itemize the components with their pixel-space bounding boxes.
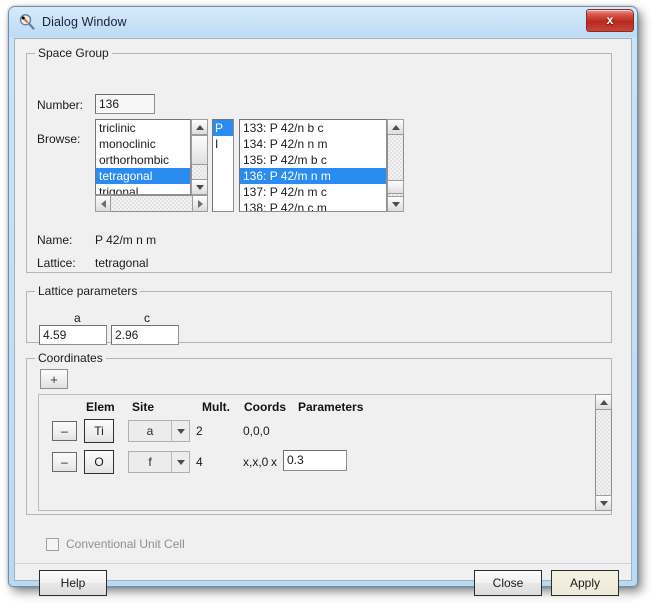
list-item[interactable]: 138: P 42/n c m [240,200,386,212]
list-item[interactable]: 133: P 42/n b c [240,120,386,136]
chevron-left-icon [101,200,106,208]
scroll-up-button[interactable] [387,119,404,135]
scroll-down-button[interactable] [387,196,404,212]
chevron-up-icon [600,400,608,405]
scroll-up-button[interactable] [595,394,612,410]
crystal-system-vscrollbar[interactable] [191,119,208,195]
space-group-list[interactable]: 133: P 42/n b c 134: P 42/n n m 135: P 4… [239,119,387,212]
window-title: Dialog Window [42,15,127,29]
lattice-parameters-legend: Lattice parameters [35,284,140,298]
name-label: Name: [37,233,72,247]
list-item[interactable]: monoclinic [96,136,190,152]
scroll-up-button[interactable] [191,119,208,135]
coordinates-legend: Coordinates [35,351,106,365]
scroll-down-button[interactable] [191,179,208,195]
chevron-down-icon [392,202,400,207]
list-item[interactable]: 134: P 42/n n m [240,136,386,152]
client-area: Space Group Number: 136 Browse: triclini… [14,38,632,581]
column-header-coords: Coords [244,400,286,414]
scroll-thumb[interactable] [387,180,404,194]
list-item-selected[interactable]: 136: P 42/m n m [240,168,386,184]
mult-value: 2 [196,424,203,438]
lattice-a-input[interactable]: 4.59 [39,325,107,345]
column-header-site: Site [132,400,154,414]
coords-value: x,x,0 [243,455,268,469]
crystal-system-list[interactable]: triclinic monoclinic orthorhombic tetrag… [95,119,191,195]
lattice-label: Lattice: [37,256,76,270]
close-dialog-button[interactable]: Close [474,570,542,596]
site-combobox[interactable]: a [128,420,190,442]
coordinates-table: Elem Site Mult. Coords Parameters – Ti a… [38,394,612,511]
element-button[interactable]: Ti [84,419,114,443]
close-button[interactable]: x [586,9,634,32]
chevron-right-icon [198,200,203,208]
list-item[interactable]: trigonal [96,184,190,195]
number-label: Number: [37,98,83,112]
lattice-c-label: c [144,311,150,325]
list-item-selected[interactable]: P [213,120,233,136]
list-item-selected[interactable]: tetragonal [96,168,190,184]
browse-label: Browse: [37,132,80,146]
parameter-label: x [271,455,277,469]
add-coordinate-button[interactable]: + [40,369,68,389]
divider [15,563,631,564]
crystal-system-hscrollbar[interactable] [95,195,208,212]
chevron-down-icon [600,501,608,506]
help-button[interactable]: Help [39,570,107,596]
list-item[interactable]: I [213,136,233,152]
coords-value: 0,0,0 [243,424,270,438]
coordinates-vscrollbar[interactable] [595,394,612,511]
scroll-right-button[interactable] [192,195,208,212]
lattice-c-input[interactable]: 2.96 [111,325,179,345]
scroll-left-button[interactable] [95,195,111,212]
magnifier-icon [18,13,36,31]
column-header-elem: Elem [86,400,115,414]
space-group-legend: Space Group [35,46,112,60]
chevron-up-icon [196,125,204,130]
conventional-unit-cell-label: Conventional Unit Cell [66,537,185,551]
lattice-value: tetragonal [95,256,148,270]
apply-button[interactable]: Apply [551,570,619,596]
column-header-parameters: Parameters [298,400,363,414]
chevron-down-icon [196,185,204,190]
element-button[interactable]: O [84,450,114,474]
dialog-window: Dialog Window x Space Group Number: 136 … [8,6,638,587]
conventional-unit-cell-checkbox[interactable] [46,538,59,551]
remove-row-button[interactable]: – [52,452,77,472]
list-item[interactable]: orthorhombic [96,152,190,168]
centering-list[interactable]: P I [212,119,234,212]
title-bar[interactable]: Dialog Window x [9,7,637,37]
space-group-vscrollbar[interactable] [387,119,404,212]
column-header-mult: Mult. [202,400,230,414]
chevron-up-icon [392,125,400,130]
parameter-input[interactable]: 0.3 [283,450,347,471]
remove-row-button[interactable]: – [52,421,77,441]
list-item[interactable]: triclinic [96,120,190,136]
list-item[interactable]: 137: P 42/n m c [240,184,386,200]
chevron-down-icon[interactable] [171,452,189,472]
mult-value: 4 [196,455,203,469]
lattice-a-label: a [74,311,81,325]
site-combobox[interactable]: f [128,451,190,473]
name-value: P 42/m n m [95,233,156,247]
scroll-down-button[interactable] [595,495,612,511]
list-item[interactable]: 135: P 42/m b c [240,152,386,168]
site-value: f [129,455,171,469]
scroll-thumb[interactable] [191,135,208,165]
chevron-down-icon[interactable] [171,421,189,441]
site-value: a [129,424,171,438]
space-group-number-input[interactable]: 136 [95,94,155,114]
